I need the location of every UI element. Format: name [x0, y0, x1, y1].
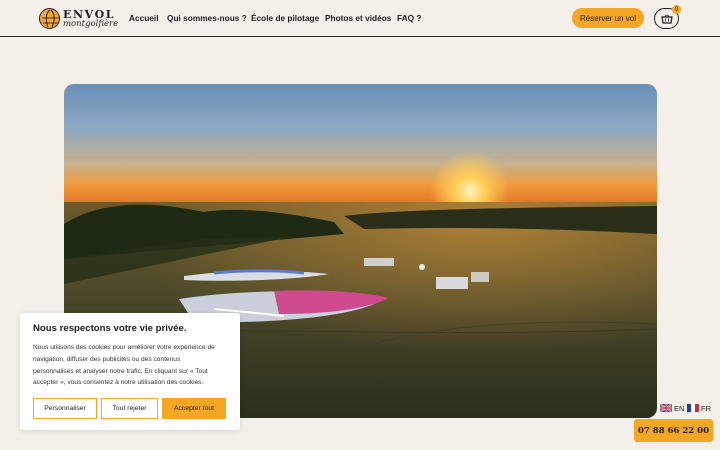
language-fr[interactable]: FR: [687, 403, 711, 413]
uk-flag-icon: [660, 404, 672, 412]
nav-item-about[interactable]: Qui sommes-nous ?: [167, 13, 247, 23]
phone-button[interactable]: 07 88 66 22 00: [634, 419, 713, 442]
book-flight-button[interactable]: Réserver un vol: [572, 8, 644, 28]
cookie-text-line: accepter », vous consentez à notre utili…: [33, 379, 204, 387]
basket-icon: [660, 14, 673, 24]
accept-all-button[interactable]: Accepter tout: [162, 398, 226, 419]
reject-all-button[interactable]: Tout rejeter: [101, 398, 158, 419]
site-header: ENVOL montgolfière Accueil Qui sommes-no…: [0, 0, 720, 37]
cookie-description: Nous utilisons des cookies pour améliore…: [33, 342, 233, 389]
nav-item-faq[interactable]: FAQ ?: [397, 13, 421, 23]
cookie-title: Nous respectons votre vie privée.: [33, 323, 187, 334]
customize-cookies-button[interactable]: Personnaliser: [33, 398, 97, 419]
cookie-text-line: navigation, diffuser des publicités ou d…: [33, 355, 181, 363]
balloon-logo-icon: [39, 8, 60, 29]
france-flag-icon: [687, 404, 699, 412]
nav-item-accueil[interactable]: Accueil: [129, 13, 159, 23]
cookie-text-line: Nous utilisons des cookies pour améliore…: [33, 344, 215, 351]
language-en-label: EN: [674, 403, 685, 413]
language-fr-label: FR: [701, 403, 711, 413]
cart-count-badge: 0: [672, 5, 681, 14]
logo-tagline: montgolfière: [63, 19, 119, 29]
cookie-text-line: personnalisés et analyser notre trafic. …: [33, 367, 208, 375]
cookie-consent-panel: Nous respectons votre vie privée. Nous u…: [20, 313, 240, 430]
nav-item-media[interactable]: Photos et vidéos: [325, 13, 391, 23]
nav-item-school[interactable]: École de pilotage: [251, 13, 319, 23]
language-en[interactable]: EN: [660, 403, 684, 413]
site-logo[interactable]: ENVOL montgolfière: [39, 7, 119, 31]
